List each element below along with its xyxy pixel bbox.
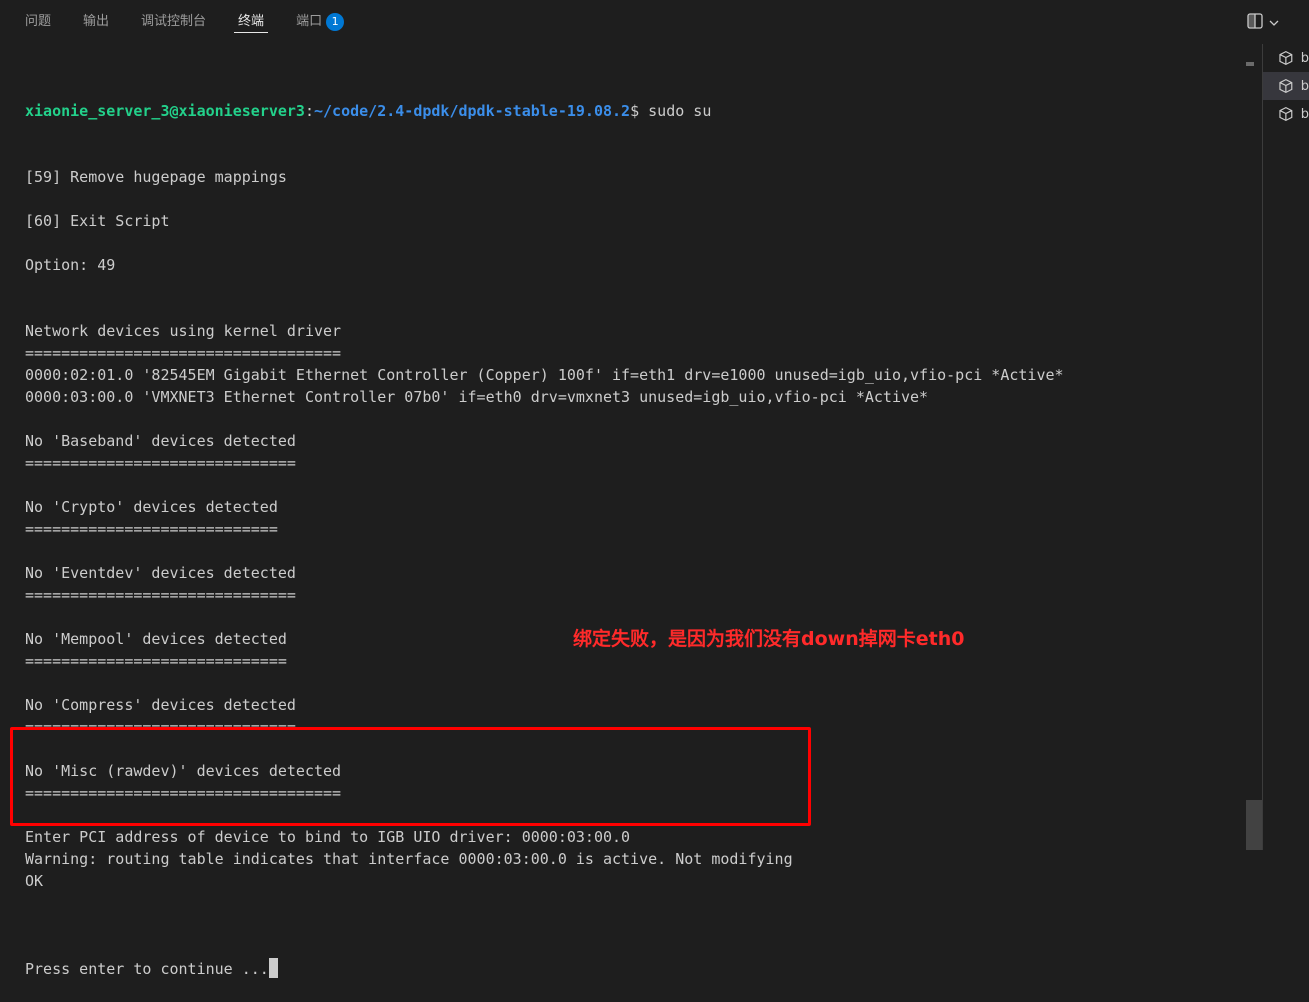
terminal-line: Network devices using kernel driver: [25, 322, 342, 340]
tab-label: 问题: [25, 14, 52, 29]
tab-output[interactable]: 输出: [79, 0, 113, 44]
tab-debug-console[interactable]: 调试控制台: [137, 0, 210, 44]
ports-count-badge: 1: [326, 12, 345, 31]
terminal-line: No 'Eventdev' devices detected: [25, 564, 296, 582]
terminal-prompt-line: xiaonie_server_3@xiaonieserver3:~/code/2…: [25, 100, 1240, 122]
split-layout-icon[interactable]: [1246, 12, 1264, 34]
prompt-colon: :: [304, 102, 314, 120]
tab-label: 终端: [238, 14, 265, 29]
terminal-line: Warning: routing table indicates that in…: [25, 850, 793, 868]
terminal-scrollbar[interactable]: [1246, 56, 1262, 850]
tab-problems[interactable]: 问题: [21, 0, 55, 44]
cube-icon: [1279, 106, 1293, 122]
cube-icon: [1279, 50, 1293, 66]
tab-label: 输出: [83, 14, 110, 29]
terminal-line: ==============================: [25, 454, 296, 472]
annotation-text: 绑定失败，是因为我们没有down掉网卡eth0: [573, 628, 965, 650]
tab-terminal[interactable]: 终端: [234, 0, 269, 44]
terminal-line: Option: 49: [25, 256, 116, 274]
terminal-line: No 'Baseband' devices detected: [25, 432, 296, 450]
terminal-line: 0000:02:01.0 '82545EM Gigabit Ethernet C…: [25, 366, 1064, 384]
terminal-line: =============================: [25, 652, 287, 670]
continue-prompt: Press enter to continue ...: [25, 960, 269, 978]
terminal-list-label: b: [1300, 106, 1309, 122]
prompt-symbol: $: [630, 102, 640, 120]
terminal-line: [59] Remove hugepage mappings: [25, 168, 287, 186]
terminal-line: ============================: [25, 520, 278, 538]
cube-icon: [1279, 78, 1293, 94]
terminal-list-label: b: [1300, 50, 1309, 66]
panel-tab-bar: 问题 输出 调试控制台 终端 端口 1: [0, 0, 1262, 44]
terminal-line: [60] Exit Script: [25, 212, 170, 230]
terminal-line: Enter PCI address of device to bind to I…: [25, 828, 631, 846]
scrollbar-marker: [1246, 62, 1254, 66]
terminal-list-item[interactable]: b: [1263, 72, 1309, 100]
terminal-cursor: [268, 958, 278, 978]
tab-label: 端口: [296, 14, 323, 29]
terminal-line: 0000:03:00.0 'VMXNET3 Ethernet Controlle…: [25, 388, 929, 406]
panel-actions: [1246, 12, 1280, 34]
prompt-command: sudo su: [639, 102, 712, 120]
terminal-line: No 'Crypto' devices detected: [25, 498, 278, 516]
terminal-line: ==============================: [25, 586, 296, 604]
terminal-list-item[interactable]: b: [1263, 100, 1309, 128]
chevron-down-icon[interactable]: [1268, 14, 1280, 33]
highlight-box: [10, 727, 811, 826]
terminal-list: b b b: [1263, 44, 1309, 850]
scrollbar-thumb[interactable]: [1246, 800, 1262, 850]
prompt-path: ~/code/2.4-dpdk/dpdk-stable-19.08.2: [314, 102, 631, 120]
terminal-line: OK: [25, 872, 44, 890]
terminal-last-line: Press enter to continue ...: [25, 958, 1240, 980]
tab-ports[interactable]: 端口 1: [292, 0, 348, 44]
tab-label: 调试控制台: [141, 14, 207, 29]
terminal-list-label: b: [1300, 78, 1309, 94]
prompt-user: xiaonie_server_3@xiaonieserver3: [25, 102, 305, 120]
terminal-line: ===================================: [25, 344, 342, 362]
terminal-list-item[interactable]: b: [1263, 44, 1309, 72]
terminal-line: No 'Compress' devices detected: [25, 696, 296, 714]
